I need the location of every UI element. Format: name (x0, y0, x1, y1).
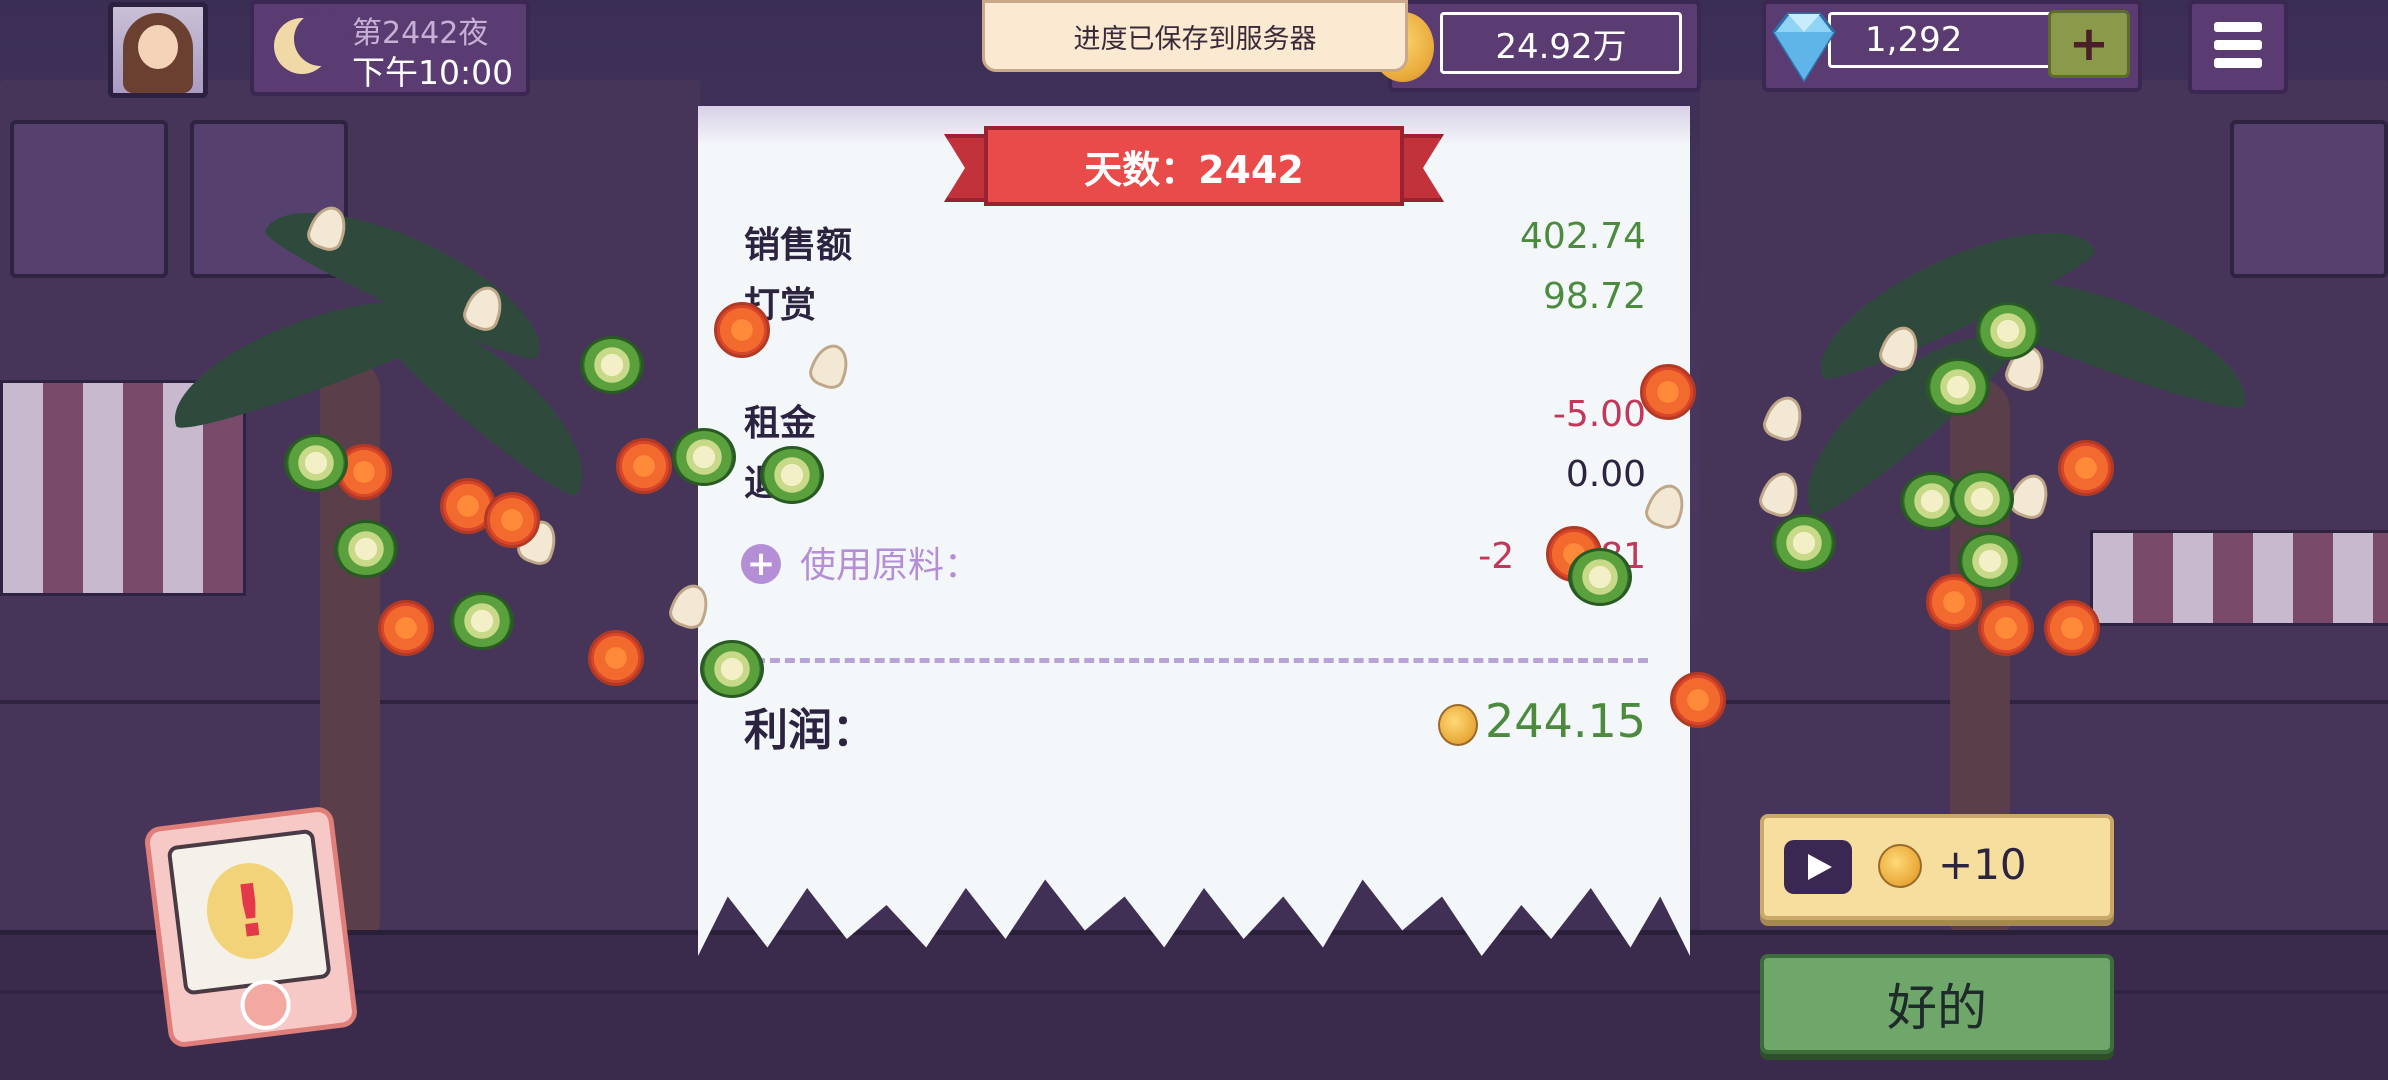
tomato-particle (378, 600, 434, 656)
pepper-particle (450, 592, 514, 650)
video-reward-label: +10 (1938, 840, 2027, 889)
menu-button[interactable] (2188, 0, 2288, 94)
window (10, 120, 168, 278)
gem-amount: 1,292 (1828, 12, 2058, 68)
ingredients-label[interactable]: 使用原料： (800, 536, 980, 588)
alert-icon: ! (201, 858, 299, 964)
pepper-particle (1976, 302, 2040, 360)
tomato-particle (2044, 600, 2100, 656)
rent-label: 租金 (744, 403, 817, 444)
pepper-particle (1926, 358, 1990, 416)
watch-video-bonus-button[interactable]: +10 (1760, 814, 2114, 920)
pepper-particle (334, 520, 398, 578)
ingredients-value-head: -2 (1478, 536, 1515, 577)
gem-icon (1772, 12, 1836, 83)
profit-label: 利润： (744, 705, 876, 756)
pepper-particle (1568, 548, 1632, 606)
night-panel: 第2442夜 下午10:00 (250, 0, 530, 96)
window (2230, 120, 2388, 278)
gem-panel: 1,292 + (1762, 0, 2142, 92)
tomato-particle (1640, 364, 1696, 420)
day-banner: 天数：2442 (944, 126, 1444, 210)
tomato-particle (714, 302, 770, 358)
tomato-particle (1978, 600, 2034, 656)
avatar-face (138, 25, 178, 69)
coin-icon (1878, 844, 1922, 888)
receipt-divider (740, 658, 1648, 663)
pepper-particle (672, 428, 736, 486)
expand-ingredients-icon[interactable]: + (741, 544, 781, 584)
sales-value: 402.74 (1520, 216, 1646, 257)
player-avatar[interactable] (108, 2, 208, 98)
sales-label: 销售额 (744, 225, 853, 266)
coin-icon (1438, 704, 1478, 746)
tips-value: 98.72 (1542, 276, 1646, 317)
pepper-particle (1958, 532, 2022, 590)
menu-icon (2214, 40, 2262, 50)
tomato-particle (484, 492, 540, 548)
pepper-particle (760, 446, 824, 504)
profit-value: 244.15 (1485, 694, 1646, 748)
pepper-particle (284, 434, 348, 492)
pepper-particle (580, 336, 644, 394)
rent-value: -5.00 (1552, 394, 1646, 435)
buy-gems-button[interactable]: + (2048, 10, 2130, 78)
tomato-particle (616, 438, 672, 494)
menu-icon (2214, 22, 2262, 32)
play-icon (1784, 840, 1852, 894)
pepper-particle (700, 640, 764, 698)
pepper-particle (1772, 514, 1836, 572)
save-toast: 进度已保存到服务器 (982, 0, 1408, 72)
tomato-particle (2058, 440, 2114, 496)
clock-time: 下午10:00 (352, 53, 514, 92)
coin-panel: 24.92万 (1372, 0, 1701, 92)
ok-button[interactable]: 好的 (1760, 954, 2114, 1054)
pepper-particle (1950, 470, 2014, 528)
moon-icon-shadow (294, 12, 348, 66)
tomato-particle (588, 630, 644, 686)
alert-card-button[interactable]: ! (143, 805, 359, 1049)
refund-value: 0.00 (1565, 454, 1646, 495)
day-banner-text: 天数：2442 (1084, 147, 1304, 192)
coin-amount: 24.92万 (1440, 12, 1682, 74)
alert-card-inner: ! (166, 828, 332, 996)
tomato-particle (1670, 672, 1726, 728)
menu-icon (2214, 58, 2262, 68)
awning (2090, 530, 2388, 626)
